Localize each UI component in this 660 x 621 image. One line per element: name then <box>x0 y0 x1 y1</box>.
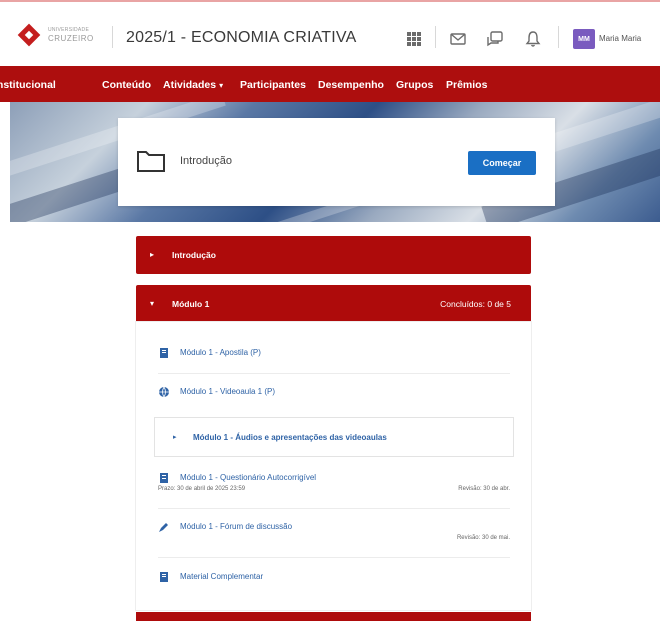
activity-item[interactable]: Material Complementar <box>158 571 510 587</box>
nav-item-premios[interactable]: Prêmios <box>446 79 487 91</box>
activity-item[interactable]: Módulo 1 - Fórum de discussão Revisão: 3… <box>158 521 510 549</box>
nav-item-atividades[interactable]: Atividades ▾ <box>163 79 223 91</box>
start-button[interactable]: Começar <box>468 151 536 175</box>
activity-title[interactable]: Módulo 1 - Fórum de discussão <box>180 522 292 531</box>
activity-review-date: Revisão: 30 de abr. <box>458 486 510 492</box>
nav-item-grupos[interactable]: Grupos <box>396 79 433 91</box>
user-name[interactable]: Maria Maria <box>599 34 641 43</box>
quiz-icon <box>160 473 168 483</box>
avatar[interactable]: MM <box>573 29 595 49</box>
module1-content: Módulo 1 - Apostila (P) Módulo 1 - Video… <box>136 322 531 610</box>
grid-icon[interactable] <box>405 30 423 48</box>
next-section-header[interactable] <box>136 612 531 621</box>
chat-icon[interactable] <box>486 30 504 48</box>
logo-mark-icon <box>18 24 40 46</box>
mail-icon[interactable] <box>449 30 467 48</box>
logo-small-text: UNIVERSIDADE <box>48 26 90 33</box>
intro-card: Introdução Começar <box>118 118 555 206</box>
activity-review-date: Revisão: 30 de mai. <box>456 535 510 541</box>
section-label: Módulo 1 <box>172 299 210 309</box>
university-logo[interactable]: UNIVERSIDADE CRUZEIRO <box>18 24 94 46</box>
completion-status: Concluídos: 0 de 5 <box>440 299 511 309</box>
chevron-right-icon: ▸ <box>173 434 177 441</box>
section-intro-header[interactable]: ▸ Introdução <box>136 236 531 274</box>
activity-item[interactable]: Módulo 1 - Questionário Autocorrigível P… <box>158 472 510 502</box>
activity-deadline: Prazo: 30 de abril de 2025 23:59 <box>158 486 246 492</box>
header-divider <box>558 26 559 48</box>
section-label: Introdução <box>172 250 216 260</box>
header-divider <box>435 26 436 48</box>
nav-item-participantes[interactable]: Participantes <box>240 79 306 91</box>
book-icon <box>160 572 168 582</box>
logo-big-text: CRUZEIRO <box>48 33 94 43</box>
forum-icon <box>159 523 168 532</box>
book-icon <box>160 348 168 358</box>
activity-title[interactable]: Material Complementar <box>180 572 263 581</box>
activity-item[interactable]: Módulo 1 - Videoaula 1 (P) <box>158 386 510 402</box>
course-nav-bar: Institucional Conteúdo Atividades ▾ Parti… <box>0 66 660 102</box>
nav-item-conteudo[interactable]: Conteúdo <box>102 79 151 91</box>
bell-icon[interactable] <box>524 30 542 48</box>
activity-title[interactable]: Módulo 1 - Questionário Autocorrigível <box>180 473 316 482</box>
activity-title[interactable]: Módulo 1 - Videoaula 1 (P) <box>180 387 275 396</box>
subsection-audios[interactable]: ▸ Módulo 1 - Áudios e apresentações das … <box>154 417 514 457</box>
header-divider <box>112 26 113 48</box>
activity-item[interactable]: Módulo 1 - Apostila (P) <box>158 347 510 363</box>
section-module1-header[interactable]: ▾ Módulo 1 Concluídos: 0 de 5 <box>136 285 531 323</box>
activity-title[interactable]: Módulo 1 - Apostila (P) <box>180 348 261 357</box>
top-bar: UNIVERSIDADE CRUZEIRO 2025/1 - ECONOMIA … <box>0 0 660 66</box>
folder-icon <box>137 151 165 172</box>
chevron-right-icon: ▸ <box>150 250 155 259</box>
chevron-down-icon: ▾ <box>219 81 224 90</box>
nav-item-atividades-label: Atividades <box>163 79 217 91</box>
intro-card-title: Introdução <box>180 155 232 167</box>
chevron-down-icon: ▾ <box>150 299 155 308</box>
nav-item-desempenho[interactable]: Desempenho <box>318 79 384 91</box>
nav-item-institucional[interactable]: Institucional <box>0 79 56 91</box>
globe-icon <box>159 386 169 398</box>
course-title[interactable]: 2025/1 - ECONOMIA CRIATIVA <box>126 29 356 47</box>
subsection-label: Módulo 1 - Áudios e apresentações das vi… <box>193 433 387 442</box>
